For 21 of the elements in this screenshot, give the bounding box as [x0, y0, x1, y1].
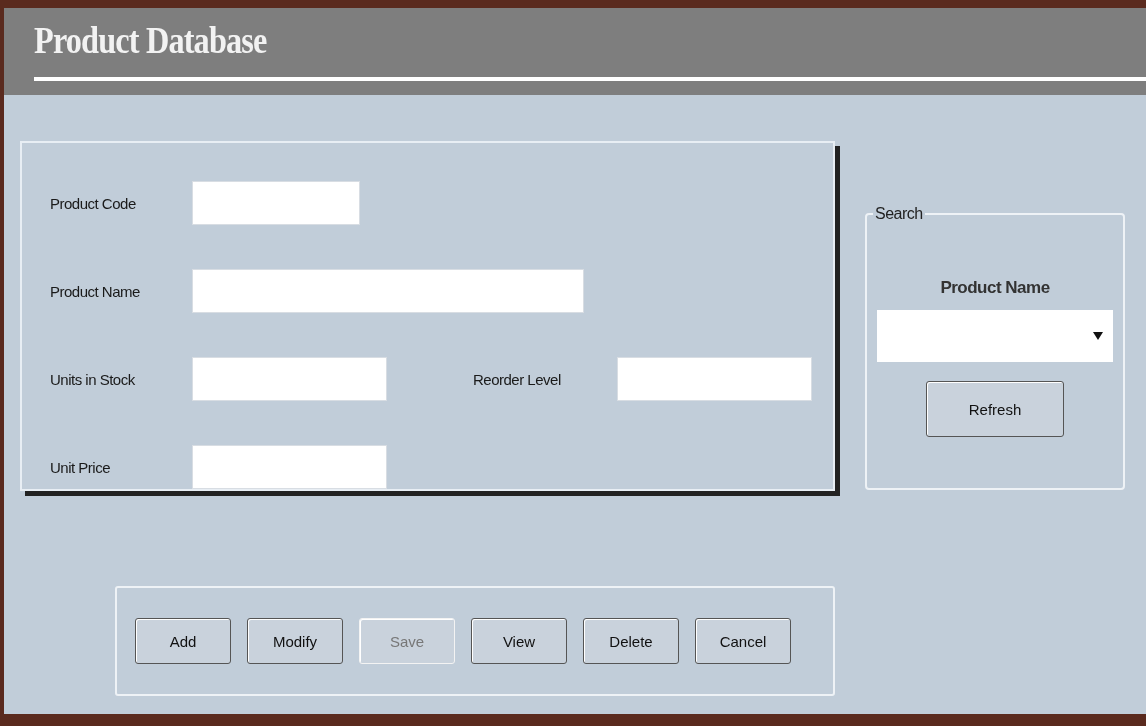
dropdown-field[interactable]: [877, 310, 1113, 362]
field-label: Reorder Level: [473, 370, 562, 388]
field-label: Product Code: [50, 194, 137, 212]
action-button[interactable]: Cancel: [695, 618, 791, 664]
input-field[interactable]: [192, 445, 387, 489]
action-button[interactable]: Add: [135, 618, 231, 664]
input-field[interactable]: [192, 357, 387, 401]
action-button[interactable]: Delete: [583, 618, 679, 664]
field-label: Units in Stock: [50, 370, 136, 388]
input-field[interactable]: [192, 181, 360, 225]
action-button[interactable]: View: [471, 618, 567, 664]
field-label: Unit Price: [50, 458, 112, 476]
window-title: Product Database: [34, 18, 267, 62]
caret-icon: [1093, 332, 1103, 340]
input-field[interactable]: [192, 269, 584, 313]
action-button[interactable]: Modify: [247, 618, 343, 664]
field-label: Product Name: [50, 282, 141, 300]
refresh-button[interactable]: Refresh: [926, 381, 1064, 437]
input-field[interactable]: [617, 357, 812, 401]
group-title: Search: [874, 205, 924, 223]
field-label: Product Name: [940, 278, 1050, 298]
